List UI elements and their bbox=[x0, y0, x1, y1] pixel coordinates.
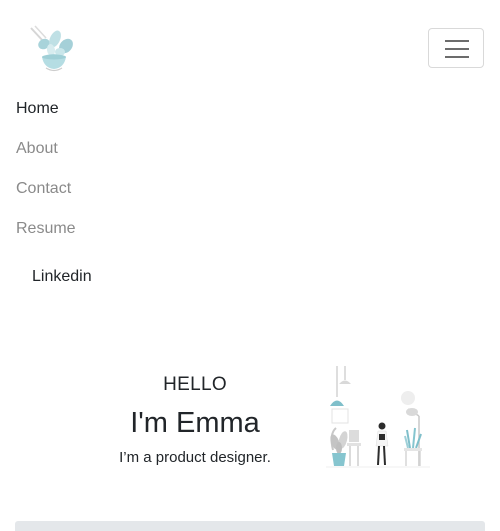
nav-link-about[interactable]: About bbox=[16, 139, 58, 159]
designer-workspace-illustration bbox=[326, 366, 430, 468]
nav-link-contact[interactable]: Contact bbox=[16, 179, 71, 199]
nav-link-linkedin[interactable]: Linkedin bbox=[32, 267, 92, 287]
site-logo[interactable] bbox=[24, 24, 78, 74]
hero-greeting: HELLO bbox=[163, 374, 227, 395]
menu-toggle-button[interactable] bbox=[428, 28, 484, 68]
hero-name: I'm Emma bbox=[130, 407, 260, 439]
nav-link-resume[interactable]: Resume bbox=[16, 219, 76, 239]
leaf-logo-icon bbox=[30, 25, 73, 72]
nav-link-home[interactable]: Home bbox=[16, 99, 59, 119]
hero-tagline: I’m a product designer. bbox=[119, 449, 271, 466]
footer-bar bbox=[15, 521, 485, 531]
hero-illustration bbox=[322, 364, 434, 476]
